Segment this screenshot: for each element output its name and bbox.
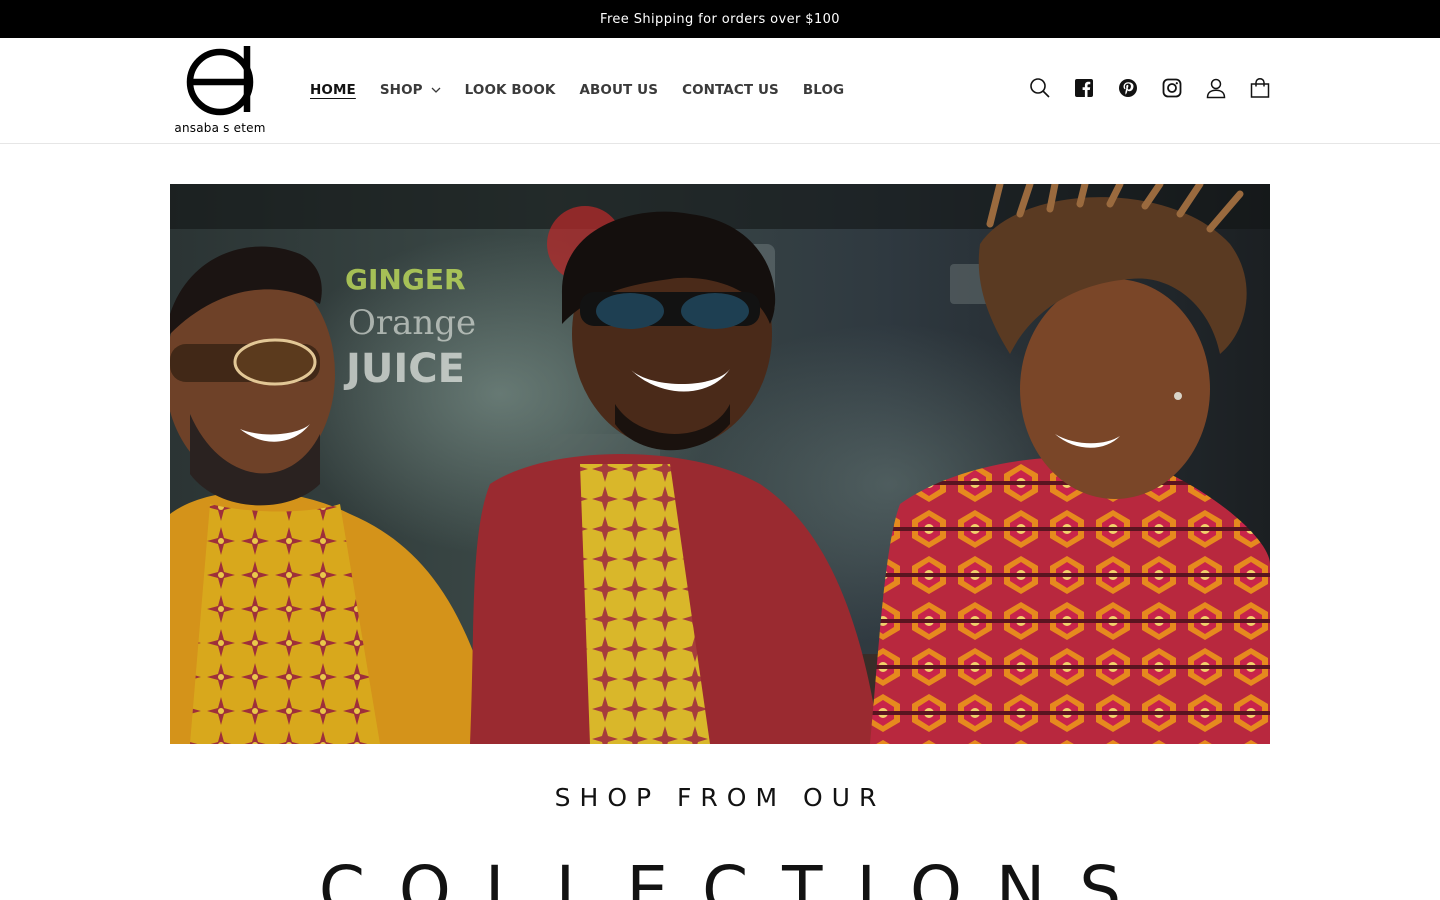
cart-icon	[1250, 78, 1270, 98]
cart-button[interactable]	[1246, 74, 1274, 102]
main-nav: HOME SHOP LOOK BOOK ABOUT US CONTACT US …	[310, 38, 868, 142]
brand-name: ansaba s etem	[174, 121, 266, 135]
svg-text:GINGER: GINGER	[345, 263, 466, 296]
announcement-bar: Free Shipping for orders over $100	[0, 0, 1440, 38]
svg-text:Orange: Orange	[348, 303, 476, 343]
chevron-down-icon	[431, 87, 441, 93]
collections-heading: COLLECTIONS	[318, 852, 1156, 900]
site-header: ansaba s etem HOME SHOP LOOK BOOK ABOUT …	[0, 38, 1440, 144]
nav-item-about-us[interactable]: ABOUT US	[579, 82, 658, 98]
hero-photo-illustration: GINGER Orange JUICE	[170, 184, 1270, 744]
search-button[interactable]	[1026, 74, 1054, 102]
nav-item-look-book[interactable]: LOOK BOOK	[465, 82, 556, 98]
pinterest-link[interactable]	[1114, 74, 1142, 102]
svg-text:JUICE: JUICE	[343, 346, 465, 392]
account-icon	[1206, 78, 1226, 99]
nav-item-shop[interactable]: SHOP	[380, 82, 441, 98]
announcement-text: Free Shipping for orders over $100	[600, 11, 840, 27]
instagram-link[interactable]	[1158, 74, 1186, 102]
instagram-icon	[1162, 78, 1182, 98]
account-button[interactable]	[1202, 74, 1230, 102]
pinterest-icon	[1119, 79, 1137, 97]
hero-banner-image: GINGER Orange JUICE	[170, 184, 1270, 744]
brand-logo-mark	[186, 46, 254, 116]
search-icon	[1030, 78, 1050, 98]
header-icons	[1026, 74, 1274, 102]
collections-kicker: SHOP FROM OUR	[554, 783, 886, 812]
brand-logo[interactable]: ansaba s etem	[170, 44, 270, 135]
nav-item-blog[interactable]: BLOG	[803, 82, 844, 98]
facebook-icon	[1075, 79, 1093, 97]
nav-item-contact-us[interactable]: CONTACT US	[682, 82, 779, 98]
nav-item-home[interactable]: HOME	[310, 82, 356, 98]
facebook-link[interactable]	[1070, 74, 1098, 102]
nav-item-label: SHOP	[379, 82, 423, 98]
